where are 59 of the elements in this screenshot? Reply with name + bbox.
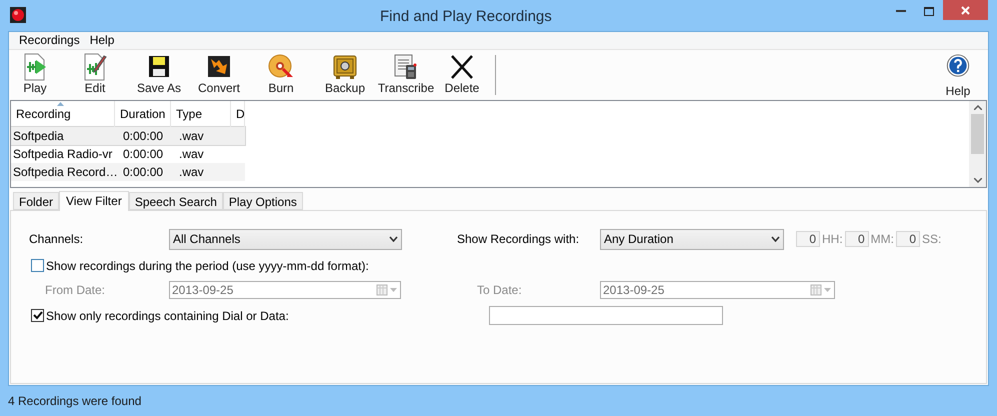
table-cell-text: .wav — [178, 164, 205, 181]
toolbar-button[interactable]: Convert — [189, 52, 249, 95]
dial-data-input[interactable] — [489, 306, 723, 326]
unit-label: SS: — [922, 231, 942, 248]
field-label: Show Recordings with: — [457, 231, 580, 248]
help-button[interactable]: Help — [938, 50, 978, 100]
table-cell-text: 0:00:00 — [122, 164, 164, 181]
checkbox-label: Show recordings during the period (use yyyy-mm-dd format): — [46, 258, 369, 275]
vertical-scrollbar[interactable] — [969, 100, 986, 187]
toolbar-button[interactable]: Delete — [435, 52, 489, 95]
tab[interactable]: Speech Search — [128, 192, 223, 210]
transcribe-device-icon — [393, 52, 419, 81]
channels-dropdown[interactable]: All Channels — [169, 228, 402, 250]
tab[interactable]: View Filter — [59, 190, 129, 211]
status-text: 4 Recordings were found — [7, 392, 142, 410]
checkbox[interactable] — [31, 309, 44, 322]
date-field[interactable]: 2013-09-25 — [600, 280, 835, 299]
field-label: Channels: — [29, 231, 84, 248]
toolbar-button[interactable]: Save As — [129, 52, 189, 95]
safe-icon — [332, 52, 358, 81]
scroll-down-icon — [974, 178, 982, 183]
window-title: Find and Play Recordings — [380, 7, 552, 27]
edit-file-icon — [82, 52, 108, 81]
play-file-icon — [22, 52, 48, 81]
table-cell-text: 0:00:00 — [122, 146, 164, 163]
table-cell-text: Softpedia Record… — [12, 164, 115, 181]
table-cell-text: Softpedia — [12, 128, 65, 145]
table-cell-text: .wav — [178, 146, 205, 163]
toolbar-button[interactable]: Transcribe — [377, 52, 435, 95]
maximize-icon — [924, 6, 934, 16]
menu-item[interactable]: Recordings — [15, 31, 84, 50]
calendar-dropdown-icon — [376, 284, 398, 296]
table-cell-text: .wav — [178, 128, 205, 145]
checkbox-label: Show only recordings containing Dial or Data: — [46, 308, 290, 325]
close-button[interactable] — [943, 0, 988, 20]
delete-x-icon — [449, 52, 475, 81]
table-cell-text: Softpedia Radio-vr — [12, 146, 114, 163]
toolbar-button[interactable]: Edit — [61, 52, 129, 95]
unit-label: MM: — [870, 231, 894, 248]
calendar-dropdown-icon — [810, 284, 832, 296]
scrollbar-thumb[interactable] — [971, 114, 984, 154]
table-cell-text: 0:00:00 — [122, 128, 164, 145]
scroll-up-icon — [974, 104, 982, 110]
unit-label: HH: — [822, 231, 843, 248]
close-icon — [961, 6, 970, 14]
minimize-icon — [896, 10, 906, 12]
tab[interactable]: Play Options — [222, 192, 303, 210]
date-field[interactable]: 2013-09-25 — [169, 280, 401, 299]
app-icon — [10, 7, 26, 24]
sort-ascending-icon — [57, 102, 64, 106]
checkbox[interactable] — [31, 259, 44, 272]
toolbar-button[interactable]: Play — [9, 52, 61, 95]
toolbar-button[interactable]: Backup — [313, 52, 377, 95]
duration-dropdown[interactable]: Any Duration — [600, 228, 784, 250]
tab[interactable]: Folder — [13, 192, 60, 210]
field-label: To Date: — [477, 282, 523, 299]
toolbar-button[interactable]: Burn — [249, 52, 313, 95]
menu-item[interactable]: Help — [86, 31, 118, 50]
field-label: From Date: — [45, 282, 106, 299]
